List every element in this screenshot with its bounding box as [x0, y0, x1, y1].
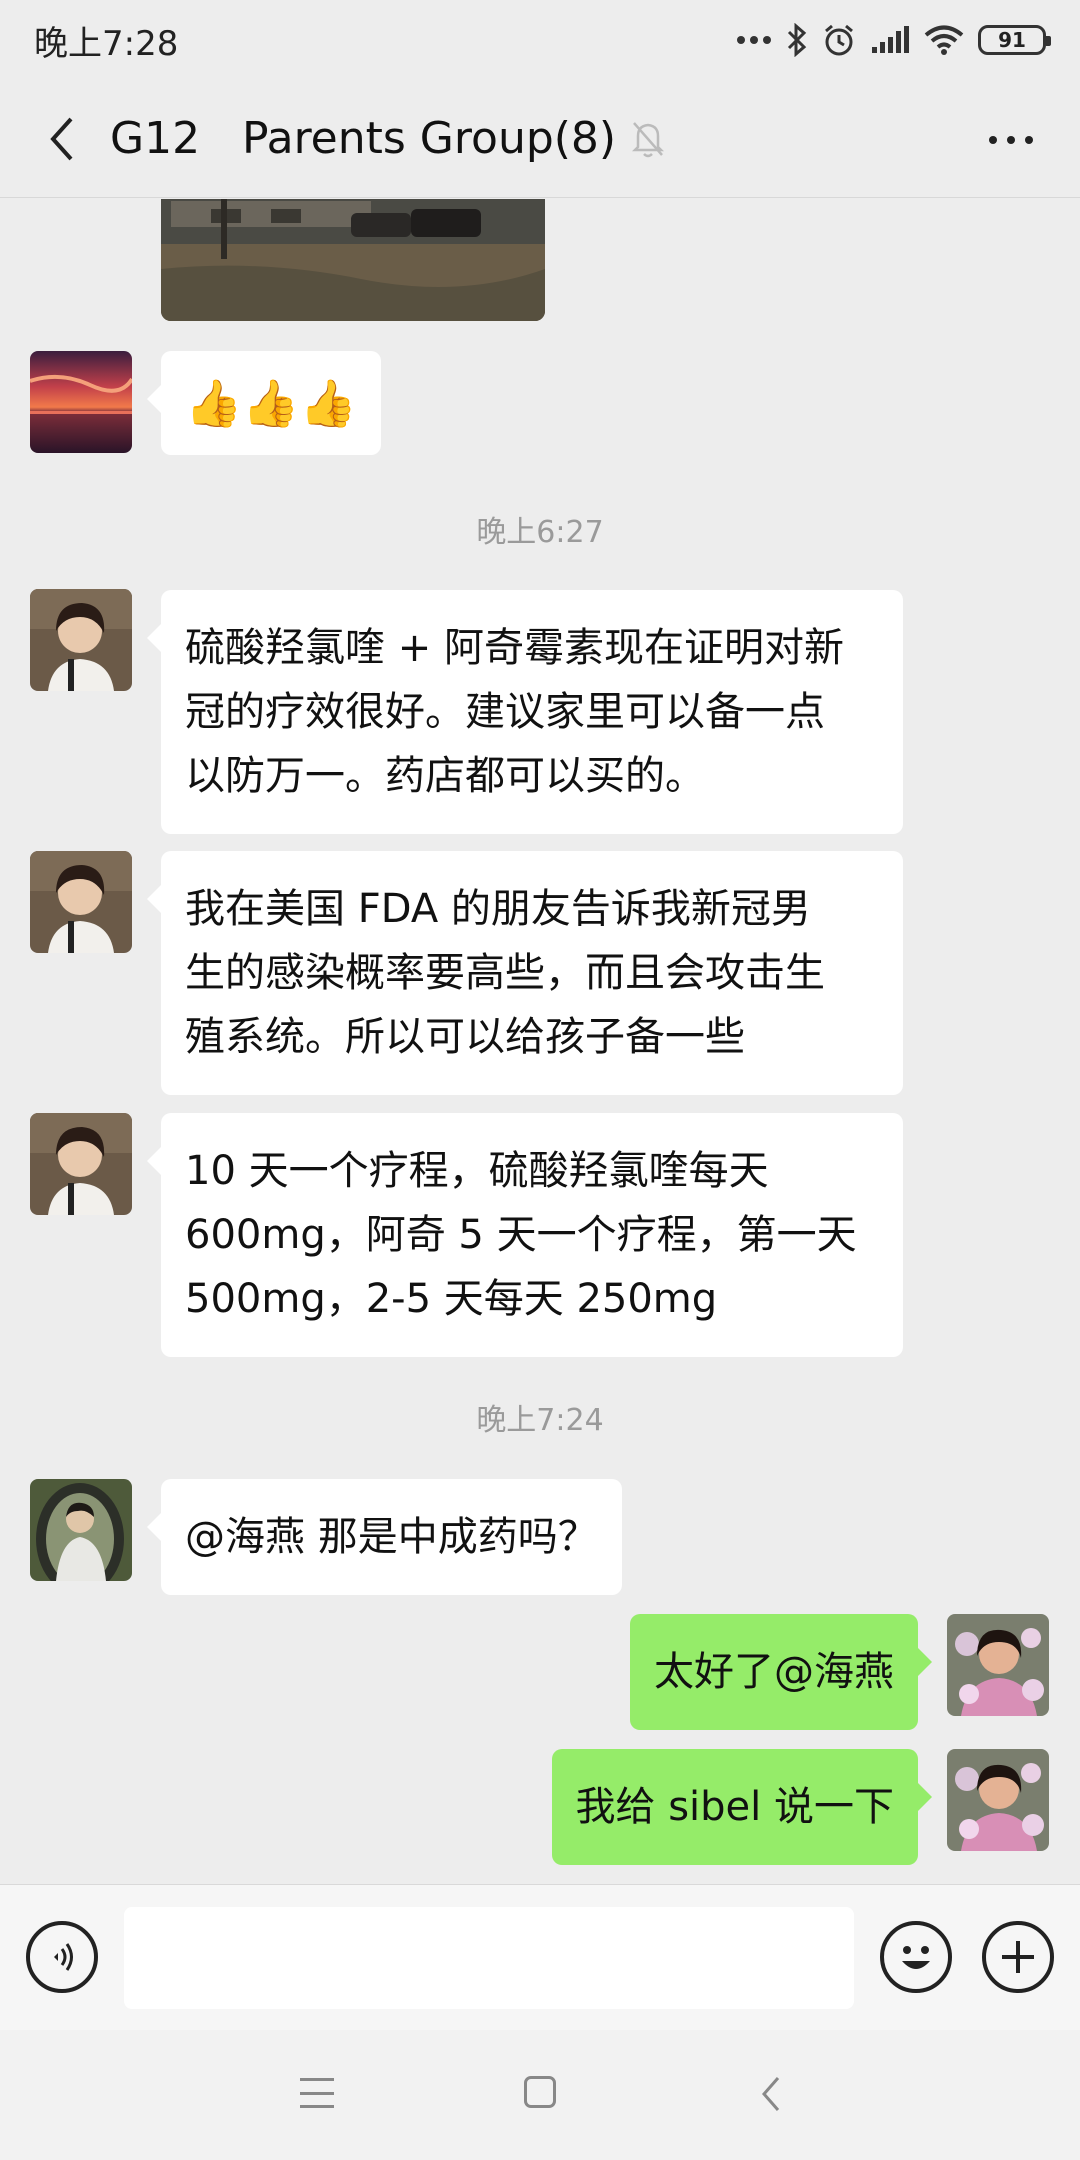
message-bubble[interactable]: 我给 sibel 说一下 — [551, 1749, 932, 1865]
message-line: 生的感染概率要高些，而且会攻击生 — [185, 950, 825, 996]
back-arrow-icon — [50, 117, 73, 160]
message-line: 500mg，2-5 天每天 250mg — [185, 1276, 718, 1322]
self-avatar-image — [947, 1749, 1049, 1851]
bluetooth-icon — [787, 23, 807, 57]
image-message[interactable] — [161, 199, 545, 321]
alarm-icon — [825, 24, 853, 56]
woman-avatar-image — [30, 851, 132, 953]
photo-thumbnail — [161, 199, 545, 321]
message-line: 以防万一。药店都可以买的。 — [185, 753, 705, 799]
avatar[interactable] — [30, 589, 132, 691]
back-icon[interactable] — [752, 2074, 792, 2114]
status-icons: 91 — [736, 23, 1051, 57]
chat-messages[interactable]: 👍👍👍 晚上6:27 硫酸羟氯喹 + 阿奇霉素现在证明对新 冠的疗效很好。建议家… — [0, 199, 1080, 1883]
more-button[interactable] — [976, 110, 1046, 170]
timestamp: 晚上6:27 — [476, 515, 604, 550]
chat-title: G12 Parents Group(8) — [110, 113, 617, 164]
more-dots-icon — [737, 36, 771, 44]
home-icon[interactable] — [524, 2076, 556, 2108]
chat-header: G12 Parents Group(8) — [0, 80, 1080, 198]
avatar[interactable] — [30, 851, 132, 953]
woman-avatar-image — [30, 589, 132, 691]
back-button[interactable] — [26, 99, 96, 179]
more-icon — [989, 136, 997, 144]
sunset-avatar-image — [30, 351, 132, 453]
plus-icon — [1002, 1941, 1034, 1973]
message-text: 太好了@海燕 — [654, 1649, 894, 1695]
self-avatar-image — [947, 1614, 1049, 1716]
voice-icon — [54, 1943, 73, 1971]
timestamp: 晚上7:24 — [476, 1403, 604, 1438]
message-text: 👍👍👍 — [185, 376, 357, 430]
status-bar: 晚上7:28 91 — [0, 0, 1080, 80]
input-bar — [0, 1884, 1080, 2030]
menu-icon[interactable] — [300, 2078, 334, 2108]
message-line: 硫酸羟氯喹 + 阿奇霉素现在证明对新 — [185, 625, 844, 671]
message-bubble[interactable]: @海燕 那是中成药吗？ — [147, 1479, 622, 1595]
avatar[interactable] — [947, 1614, 1049, 1716]
system-nav-bar — [0, 2030, 1080, 2160]
emoji-icon — [902, 1946, 930, 1969]
message-bubble[interactable]: 👍👍👍 — [147, 351, 381, 455]
status-time: 晚上7:28 — [34, 23, 179, 64]
child-avatar-image — [30, 1479, 132, 1581]
woman-avatar-image — [30, 1113, 132, 1215]
message-line: 600mg，阿奇 5 天一个疗程，第一天 — [185, 1212, 857, 1258]
message-bubble[interactable]: 10 天一个疗程，硫酸羟氯喹每天 600mg，阿奇 5 天一个疗程，第一天 50… — [147, 1113, 903, 1357]
message-line: 我在美国 FDA 的朋友告诉我新冠男 — [185, 886, 811, 932]
message-text: @海燕 那是中成药吗？ — [185, 1514, 598, 1560]
avatar[interactable] — [30, 1113, 132, 1215]
avatar[interactable] — [30, 1479, 132, 1581]
emoji-button[interactable] — [880, 1921, 952, 1993]
signal-icon — [872, 26, 909, 53]
avatar[interactable] — [30, 351, 132, 453]
message-input[interactable] — [124, 1907, 854, 2009]
message-bubble[interactable]: 我在美国 FDA 的朋友告诉我新冠男 生的感染概率要高些，而且会攻击生 殖系统。… — [147, 851, 903, 1095]
voice-button[interactable] — [26, 1921, 98, 1993]
plus-button[interactable] — [982, 1921, 1054, 1993]
avatar[interactable] — [947, 1749, 1049, 1851]
message-line: 冠的疗效很好。建议家里可以备一点 — [185, 689, 825, 735]
wifi-icon — [924, 25, 964, 55]
mute-bell-icon — [630, 119, 666, 159]
message-text: 我给 sibel 说一下 — [575, 1784, 895, 1830]
message-bubble[interactable]: 太好了@海燕 — [630, 1614, 932, 1730]
message-line: 殖系统。所以可以给孩子备一些 — [185, 1014, 745, 1060]
message-line: 10 天一个疗程，硫酸羟氯喹每天 — [185, 1148, 769, 1194]
message-bubble[interactable]: 硫酸羟氯喹 + 阿奇霉素现在证明对新 冠的疗效很好。建议家里可以备一点 以防万一… — [147, 590, 903, 834]
battery-icon: 91 — [978, 25, 1051, 55]
